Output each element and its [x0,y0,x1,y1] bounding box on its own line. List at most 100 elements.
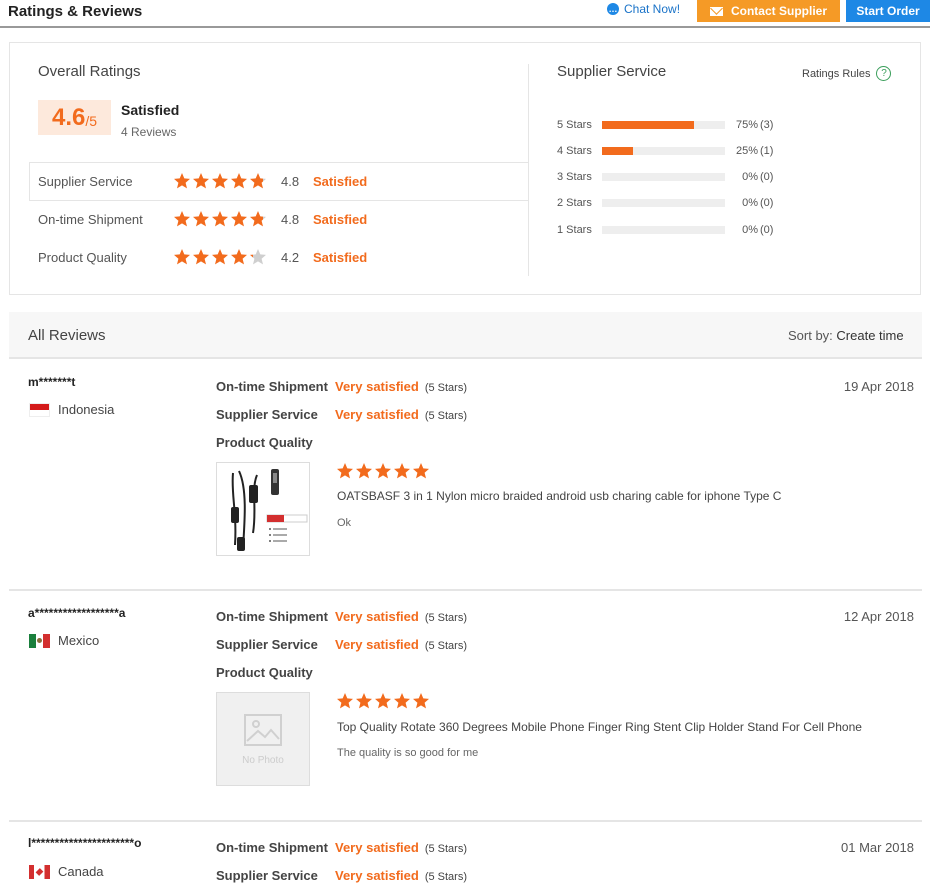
review-comment: Ok [337,517,352,529]
overall-verdict: Satisfied [121,102,180,118]
star-icon [336,462,354,480]
mexico-flag-icon [29,633,50,648]
metric-status: Satisfied [313,173,368,189]
distribution-count: (0) [760,197,774,209]
distribution-count: (0) [760,171,774,183]
reviewer-country: Indonesia [29,402,114,417]
star-icon [173,172,191,190]
distribution-percent: 75% [735,119,758,131]
star-icon [412,692,430,710]
metric-value: 4.8 [281,173,300,189]
criterion-value: Very satisfied [335,379,419,394]
metric-label: Supplier Service [38,173,133,189]
distribution-bar [602,226,725,234]
page-title: Ratings & Reviews [8,3,143,20]
country-name: Canada [58,864,104,879]
ratings-rules-label: Ratings Rules [802,67,871,80]
product-name[interactable]: Top Quality Rotate 360 Degrees Mobile Ph… [337,720,862,734]
distribution-bar [602,147,725,155]
reviewer-country: Mexico [29,633,99,648]
star-icon [230,210,248,228]
start-order-button[interactable]: Start Order [846,0,930,22]
star-icon [249,172,267,190]
review-date: 19 Apr 2018 [843,379,914,394]
cable-product-image [217,463,309,555]
distribution-bar [602,199,725,207]
chat-now-link[interactable]: … Chat Now! [607,2,680,16]
overall-score: 4.6 [51,103,86,131]
all-reviews-title: All Reviews [28,327,106,344]
distribution-percent: 0% [742,224,758,236]
criterion-label: On-time Shipment [216,840,328,855]
no-photo-placeholder[interactable]: No Photo [216,692,310,786]
star-icon [230,248,248,266]
image-placeholder-icon [244,713,282,746]
sort-value: Create time [832,328,904,343]
criterion-stars: (5 Stars) [424,640,468,652]
reviewer-name: m*******t [28,375,76,389]
distribution-percent: 0% [742,197,758,209]
criterion-label: On-time Shipment [216,609,328,624]
metric-stars [173,210,267,228]
distribution-label: 2 Stars [557,197,592,209]
all-reviews-bar [9,312,922,359]
mail-icon [709,6,723,16]
distribution-bar-fill [602,121,695,129]
star-icon [192,248,210,266]
metric-stars [173,248,267,266]
product-image[interactable] [216,462,310,556]
star-icon [336,692,354,710]
overall-score-max: /5 [85,112,98,129]
distribution-bar [602,121,725,129]
review-criterion: Supplier Service Very satisfied (5 Stars… [216,868,467,883]
star-icon [211,172,229,190]
star-icon [173,248,191,266]
distribution-count: (3) [760,119,774,131]
reviewer-name: a******************a [28,606,126,620]
canada-flag-icon [29,864,50,879]
review-divider [9,589,922,591]
review-date: 01 Mar 2018 [841,840,914,855]
distribution-label: 4 Stars [557,145,592,157]
distribution-row: 2 Stars 0% (0) [557,196,773,210]
criterion-value: Very satisfied [335,868,419,883]
review-criterion: Product Quality [216,665,335,680]
distribution-count: (0) [760,224,774,236]
review-criterion: Supplier Service Very satisfied (5 Stars… [216,407,467,422]
metric-stars [173,172,267,190]
criterion-stars: (5 Stars) [424,382,468,394]
review-criterion: Product Quality [216,435,335,450]
country-name: Mexico [58,633,100,648]
star-icon [374,462,392,480]
product-name[interactable]: OATSBASF 3 in 1 Nylon micro braided andr… [337,489,781,503]
sort-control[interactable]: Sort by: Create time [788,328,904,343]
indonesia-flag-icon [29,402,50,417]
overall-ratings-title: Overall Ratings [38,63,141,80]
review-criterion: On-time Shipment Very satisfied (5 Stars… [216,609,467,624]
star-icon [355,692,373,710]
metric-label: On-time Shipment [38,211,143,227]
criterion-value: Very satisfied [335,840,419,855]
ratings-rules-link[interactable]: Ratings Rules ? [802,66,892,81]
star-icon [192,210,210,228]
reviewer-country: Canada [29,864,104,879]
metric-label: Product Quality [38,249,127,265]
contact-supplier-button[interactable]: Contact Supplier [697,0,840,22]
review-comment: The quality is so good for me [337,747,479,759]
distribution-label: 1 Stars [557,224,592,236]
chat-now-label: Chat Now! [624,2,681,16]
review-criterion: Supplier Service Very satisfied (5 Stars… [216,637,467,652]
metric-status: Satisfied [313,211,368,227]
distribution-row: 4 Stars 25% (1) [557,144,773,158]
star-icon [211,210,229,228]
criterion-stars: (5 Stars) [424,410,468,422]
product-rating-stars [336,692,430,710]
criterion-stars: (5 Stars) [424,871,468,883]
criterion-stars: (5 Stars) [424,612,468,624]
distribution-row: 3 Stars 0% (0) [557,170,773,184]
supplier-service-title: Supplier Service [557,63,667,80]
star-icon [393,692,411,710]
star-icon [173,210,191,228]
criterion-label: Product Quality [216,435,313,450]
distribution-bar-fill [602,147,633,155]
